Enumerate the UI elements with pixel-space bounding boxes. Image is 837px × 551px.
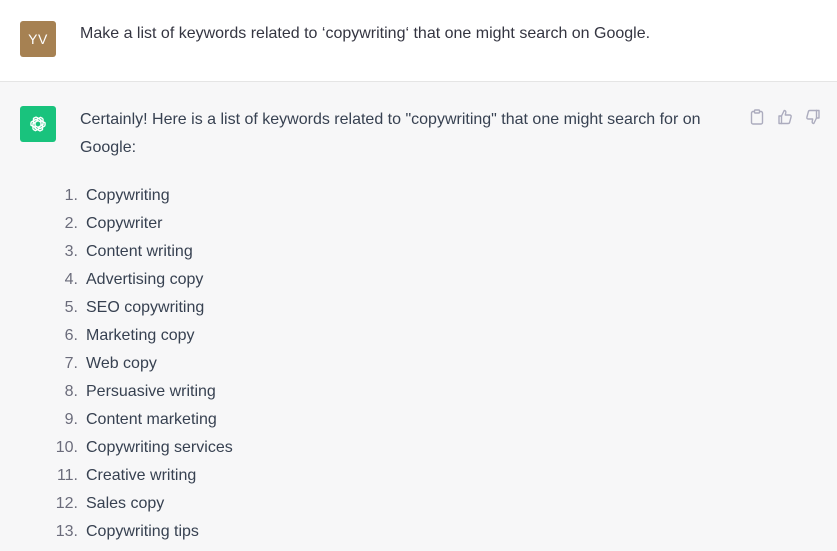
list-item: 2. Copywriter bbox=[0, 210, 600, 238]
assistant-intro-text: Certainly! Here is a list of keywords re… bbox=[80, 111, 701, 156]
list-item-label: Copywriter bbox=[86, 215, 163, 232]
list-item-number: 10. bbox=[55, 439, 78, 456]
list-item-number: 3. bbox=[64, 243, 78, 260]
list-item: 1. Copywriting bbox=[0, 182, 600, 210]
list-item-number: 5. bbox=[64, 299, 78, 316]
list-item: 13. Copywriting tips bbox=[0, 518, 600, 546]
message-actions bbox=[749, 108, 821, 126]
list-item-label: Copywriting tips bbox=[86, 523, 199, 540]
openai-logo-icon bbox=[30, 116, 46, 132]
list-item-number: 7. bbox=[64, 355, 78, 372]
copy-button[interactable] bbox=[749, 108, 765, 126]
list-item-number: 1. bbox=[64, 187, 78, 204]
list-item-label: Sales copy bbox=[86, 495, 165, 512]
list-item-number: 12. bbox=[55, 495, 78, 512]
like-button[interactable] bbox=[777, 108, 793, 126]
list-item: 10. Copywriting services bbox=[0, 434, 600, 462]
list-item: 5. SEO copywriting bbox=[0, 294, 600, 322]
clipboard-icon bbox=[750, 109, 764, 125]
list-item-label: Marketing copy bbox=[86, 327, 195, 344]
list-item-label: Persuasive writing bbox=[86, 383, 216, 400]
list-item: 3. Content writing bbox=[0, 238, 600, 266]
thumbs-down-icon bbox=[806, 109, 820, 125]
list-item-label: SEO copywriting bbox=[86, 299, 205, 316]
list-item: 11. Creative writing bbox=[0, 462, 600, 490]
user-avatar: YV bbox=[20, 21, 56, 57]
list-item: 8. Persuasive writing bbox=[0, 378, 600, 406]
list-item-number: 11. bbox=[56, 467, 78, 484]
list-item-number: 2. bbox=[64, 215, 78, 232]
assistant-avatar bbox=[20, 106, 56, 142]
list-item-number: 13. bbox=[55, 523, 78, 540]
thumbs-up-icon bbox=[778, 109, 792, 125]
list-item: 4. Advertising copy bbox=[0, 266, 600, 294]
list-item-label: Copywriting bbox=[86, 187, 170, 204]
list-item-number: 9. bbox=[64, 411, 78, 428]
list-item: 9. Content marketing bbox=[0, 406, 600, 434]
dislike-button[interactable] bbox=[805, 108, 821, 126]
list-item-label: Content writing bbox=[86, 243, 193, 260]
list-item-label: Advertising copy bbox=[86, 271, 204, 288]
list-item-number: 8. bbox=[64, 383, 78, 400]
user-message-row: YV Make a list of keywords related to ‘c… bbox=[0, 0, 837, 82]
list-item: 12. Sales copy bbox=[0, 490, 600, 518]
list-item-label: Web copy bbox=[86, 355, 157, 372]
assistant-message-row: Certainly! Here is a list of keywords re… bbox=[0, 82, 837, 551]
list-item-number: 6. bbox=[64, 327, 78, 344]
list-item-label: Creative writing bbox=[86, 467, 197, 484]
list-item: 6. Marketing copy bbox=[0, 322, 600, 350]
list-item: 7. Web copy bbox=[0, 350, 600, 378]
list-item-number: 4. bbox=[64, 271, 78, 288]
list-item-label: Copywriting services bbox=[86, 439, 233, 456]
user-message-text: Make a list of keywords related to ‘copy… bbox=[80, 25, 651, 42]
list-item-label: Content marketing bbox=[86, 411, 217, 428]
keyword-list: 1. Copywriting 2. Copywriter 3. Content wri… bbox=[0, 182, 600, 546]
